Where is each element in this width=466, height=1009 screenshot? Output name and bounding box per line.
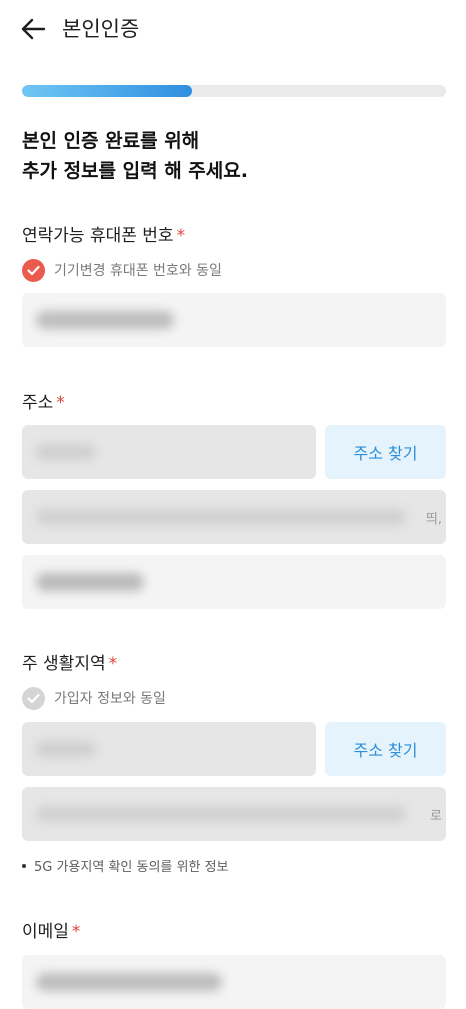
address-label-text: 주소 bbox=[22, 393, 54, 413]
instruction-line-1: 본인 인증 완료를 위해 bbox=[22, 130, 200, 152]
checkbox-label: 가입자 정보와 동일 bbox=[54, 691, 166, 707]
page-title: 본인인증 bbox=[62, 17, 140, 41]
living-zipcode-field bbox=[22, 722, 316, 776]
info-note: 5G 가용지역 확인 동의를 위한 정보 bbox=[22, 856, 229, 875]
living-address-field: 로 bbox=[22, 787, 446, 841]
living-address-overflow-text: 로 bbox=[430, 808, 442, 824]
address-overflow-text: 띄, bbox=[425, 511, 442, 527]
checkbox-unchecked-icon bbox=[22, 686, 45, 710]
blurred-email-value bbox=[36, 973, 222, 991]
bullet-icon bbox=[22, 863, 26, 868]
email-label: 이메일 * bbox=[22, 920, 80, 944]
phone-label: 연락가능 휴대폰 번호 * bbox=[22, 224, 185, 248]
instruction-heading: 본인 인증 완료를 위해 추가 정보를 입력 해 주세요. bbox=[22, 126, 248, 186]
required-mark: * bbox=[71, 922, 81, 942]
instruction-line-2: 추가 정보를 입력 해 주세요. bbox=[22, 160, 248, 182]
living-area-label-text: 주 생활지역 bbox=[22, 654, 106, 674]
checkbox-checked-icon bbox=[22, 258, 45, 282]
same-as-subscriber-checkbox[interactable]: 가입자 정보와 동일 bbox=[22, 686, 166, 710]
zipcode-field bbox=[22, 425, 316, 479]
blurred-detail-value bbox=[36, 573, 144, 591]
email-field[interactable] bbox=[22, 955, 446, 1009]
required-mark: * bbox=[56, 393, 65, 413]
required-mark: * bbox=[176, 226, 186, 246]
required-mark: * bbox=[108, 654, 118, 674]
find-address-button[interactable]: 주소 찾기 bbox=[325, 425, 446, 479]
email-label-text: 이메일 bbox=[22, 922, 69, 942]
same-device-phone-checkbox[interactable]: 기기변경 휴대폰 번호와 동일 bbox=[22, 258, 222, 282]
address-detail-field[interactable] bbox=[22, 555, 446, 609]
blurred-phone-value bbox=[36, 311, 174, 329]
app-header: 본인인증 bbox=[0, 0, 466, 58]
find-living-address-button[interactable]: 주소 찾기 bbox=[325, 722, 446, 776]
blurred-address-value bbox=[36, 509, 406, 525]
blurred-zipcode-value bbox=[36, 444, 96, 460]
checkbox-label: 기기변경 휴대폰 번호와 동일 bbox=[54, 263, 222, 279]
blurred-address-value bbox=[36, 806, 406, 822]
progress-bar bbox=[22, 85, 446, 97]
phone-label-text: 연락가능 휴대폰 번호 bbox=[22, 226, 174, 246]
info-note-text: 5G 가용지역 확인 동의를 위한 정보 bbox=[34, 860, 229, 875]
back-button[interactable] bbox=[18, 14, 48, 44]
address-label: 주소 * bbox=[22, 391, 65, 415]
phone-number-field[interactable] bbox=[22, 293, 446, 347]
progress-fill bbox=[22, 85, 192, 97]
living-area-label: 주 생활지역 * bbox=[22, 652, 117, 676]
arrow-left-icon bbox=[21, 18, 46, 40]
blurred-zipcode-value bbox=[36, 741, 96, 757]
address-field: 띄, bbox=[22, 490, 446, 544]
